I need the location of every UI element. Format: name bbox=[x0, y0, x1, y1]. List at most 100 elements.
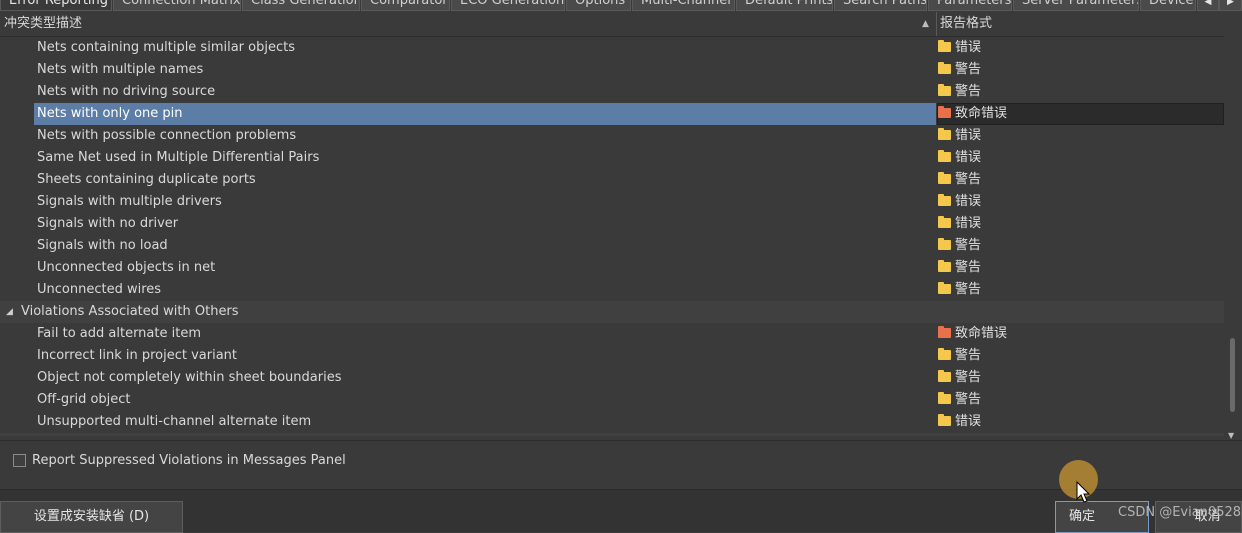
tab-device-sheets[interactable]: Device Sheets bbox=[1140, 0, 1196, 11]
table-row[interactable]: Nets with multiple names 警告 bbox=[0, 59, 1224, 81]
table-row[interactable]: Signals with multiple drivers 错误 bbox=[0, 191, 1224, 213]
table-row[interactable]: Unsupported multi-channel alternate item… bbox=[0, 411, 1224, 433]
group-label: Violations Associated with Parameters bbox=[21, 433, 269, 436]
table-group-row[interactable]: ◢ Violations Associated with Parameters bbox=[0, 433, 1224, 436]
violation-name: Same Net used in Multiple Differential P… bbox=[37, 150, 320, 165]
report-mode-cell[interactable]: 错误 bbox=[938, 147, 981, 169]
folder-icon bbox=[938, 106, 951, 118]
tab-class-generation[interactable]: Class Generation bbox=[242, 0, 360, 11]
table-row[interactable]: Signals with no driver 错误 bbox=[0, 213, 1224, 235]
report-mode-label: 错误 bbox=[955, 40, 982, 55]
folder-icon bbox=[938, 348, 951, 360]
report-mode-cell[interactable]: 错误 bbox=[938, 411, 981, 433]
column-header-report-mode[interactable]: 报告格式 bbox=[940, 12, 992, 36]
violation-name: Unsupported multi-channel alternate item bbox=[37, 414, 312, 429]
table-row[interactable]: Nets with possible connection problems 错误 bbox=[0, 125, 1224, 147]
report-mode-label: 警告 bbox=[955, 260, 982, 275]
report-mode-label: 警告 bbox=[955, 348, 982, 363]
report-mode-label: 错误 bbox=[955, 414, 982, 429]
folder-icon bbox=[938, 260, 951, 272]
report-mode-cell[interactable]: 错误 bbox=[938, 37, 981, 59]
table-row[interactable]: Unconnected objects in net 警告 bbox=[0, 257, 1224, 279]
tab-error-reporting[interactable]: Error Reporting bbox=[0, 0, 112, 11]
report-mode-cell[interactable]: 警告 bbox=[938, 81, 981, 103]
folder-icon bbox=[938, 150, 951, 162]
collapse-triangle-icon[interactable]: ◢ bbox=[6, 301, 13, 323]
tab-default-prints[interactable]: Default Prints bbox=[736, 0, 833, 11]
report-mode-label: 警告 bbox=[955, 282, 982, 297]
column-separator[interactable] bbox=[936, 12, 937, 36]
violation-name: Off-grid object bbox=[37, 392, 131, 407]
table-row[interactable]: Nets containing multiple similar objects… bbox=[0, 37, 1224, 59]
table-row[interactable]: Signals with no load 警告 bbox=[0, 235, 1224, 257]
table-row[interactable]: Same Net used in Multiple Differential P… bbox=[0, 147, 1224, 169]
report-mode-cell[interactable]: 警告 bbox=[938, 235, 981, 257]
folder-icon bbox=[938, 40, 951, 52]
scroll-down-icon[interactable]: ▼ bbox=[1228, 431, 1234, 440]
tab-eco-generation[interactable]: ECO Generation bbox=[451, 0, 565, 11]
report-mode-label: 致命错误 bbox=[955, 326, 1008, 341]
folder-icon bbox=[938, 128, 951, 140]
folder-icon bbox=[938, 216, 951, 228]
tab-server-parameters[interactable]: Server Parameters bbox=[1013, 0, 1139, 11]
folder-icon bbox=[938, 172, 951, 184]
report-mode-label: 警告 bbox=[955, 392, 982, 407]
tab-scroll-right-icon[interactable]: ▶ bbox=[1219, 0, 1242, 11]
table-group-row[interactable]: ◢ Violations Associated with Others bbox=[0, 301, 1224, 323]
ok-button-label: 确定 bbox=[1068, 509, 1095, 524]
folder-icon bbox=[938, 194, 951, 206]
report-mode-label: 警告 bbox=[955, 62, 982, 77]
report-mode-label: 警告 bbox=[955, 172, 982, 187]
violation-name: Nets with only one pin bbox=[37, 106, 183, 121]
report-mode-cell[interactable]: 警告 bbox=[938, 169, 981, 191]
tab-scroll-left-icon[interactable]: ◀ bbox=[1197, 0, 1219, 11]
report-mode-cell[interactable]: 错误 bbox=[938, 191, 981, 213]
folder-icon bbox=[938, 84, 951, 96]
dialog-button-bar: 设置成安装缺省 (D) 确定 取消 CSDN @Evian0528 bbox=[0, 489, 1242, 533]
report-suppressed-label[interactable]: Report Suppressed Violations in Messages… bbox=[32, 452, 346, 470]
report-suppressed-checkbox[interactable] bbox=[13, 454, 26, 467]
report-mode-cell[interactable]: 警告 bbox=[938, 367, 981, 389]
tab-parameters[interactable]: Parameters bbox=[928, 0, 1012, 11]
report-mode-cell[interactable]: 警告 bbox=[938, 59, 981, 81]
set-installation-defaults-button[interactable]: 设置成安装缺省 (D) bbox=[0, 501, 183, 533]
report-mode-cell[interactable]: 警告 bbox=[938, 257, 981, 279]
report-mode-cell[interactable]: 致命错误 bbox=[938, 323, 1007, 345]
report-mode-cell[interactable]: 致命错误 bbox=[938, 103, 1007, 125]
tab-multi-channel[interactable]: Multi-Channel bbox=[632, 0, 735, 11]
report-mode-cell[interactable]: 错误 bbox=[938, 125, 981, 147]
violation-name: Nets with no driving source bbox=[37, 84, 216, 99]
options-area: Report Suppressed Violations in Messages… bbox=[0, 440, 1242, 481]
report-mode-label: 错误 bbox=[955, 194, 982, 209]
column-header-description[interactable]: 冲突类型描述 bbox=[4, 12, 82, 36]
report-mode-cell[interactable]: 错误 bbox=[938, 213, 981, 235]
vertical-scrollbar[interactable]: ▼ bbox=[1224, 36, 1242, 440]
violation-name: Nets containing multiple similar objects bbox=[37, 40, 295, 55]
violation-name: Signals with multiple drivers bbox=[37, 194, 222, 209]
violation-name: Unconnected wires bbox=[37, 282, 162, 297]
folder-icon bbox=[938, 238, 951, 250]
violation-name: Nets with multiple names bbox=[37, 62, 204, 77]
report-mode-cell[interactable]: 警告 bbox=[938, 345, 981, 367]
table-row[interactable]: Unconnected wires 警告 bbox=[0, 279, 1224, 301]
report-mode-cell[interactable]: 警告 bbox=[938, 279, 981, 301]
tab-search-paths[interactable]: Search Paths bbox=[834, 0, 927, 11]
violation-name: Signals with no load bbox=[37, 238, 168, 253]
tab-connection-matrix[interactable]: Connection Matrix bbox=[113, 0, 241, 11]
mouse-cursor-icon bbox=[1076, 480, 1091, 503]
table-row[interactable]: Nets with no driving source 警告 bbox=[0, 81, 1224, 103]
table-row[interactable]: Off-grid object 警告 bbox=[0, 389, 1224, 411]
report-mode-cell[interactable]: 警告 bbox=[938, 389, 981, 411]
tab-comparator[interactable]: Comparator bbox=[361, 0, 450, 11]
collapse-triangle-icon[interactable]: ◢ bbox=[6, 433, 13, 436]
violation-name: Nets with possible connection problems bbox=[37, 128, 297, 143]
table-row[interactable]: Incorrect link in project variant 警告 bbox=[0, 345, 1224, 367]
scrollbar-thumb[interactable] bbox=[1230, 338, 1235, 412]
table-row[interactable]: Fail to add alternate item 致命错误 bbox=[0, 323, 1224, 345]
table-row[interactable]: Sheets containing duplicate ports 警告 bbox=[0, 169, 1224, 191]
tab-options[interactable]: Options bbox=[566, 0, 631, 11]
table-header: 冲突类型描述 ▲ 报告格式 bbox=[0, 12, 1224, 37]
table-row[interactable]: Nets with only one pin 致命错误 bbox=[0, 103, 1224, 125]
violation-name: Fail to add alternate item bbox=[37, 326, 201, 341]
table-row[interactable]: Object not completely within sheet bound… bbox=[0, 367, 1224, 389]
